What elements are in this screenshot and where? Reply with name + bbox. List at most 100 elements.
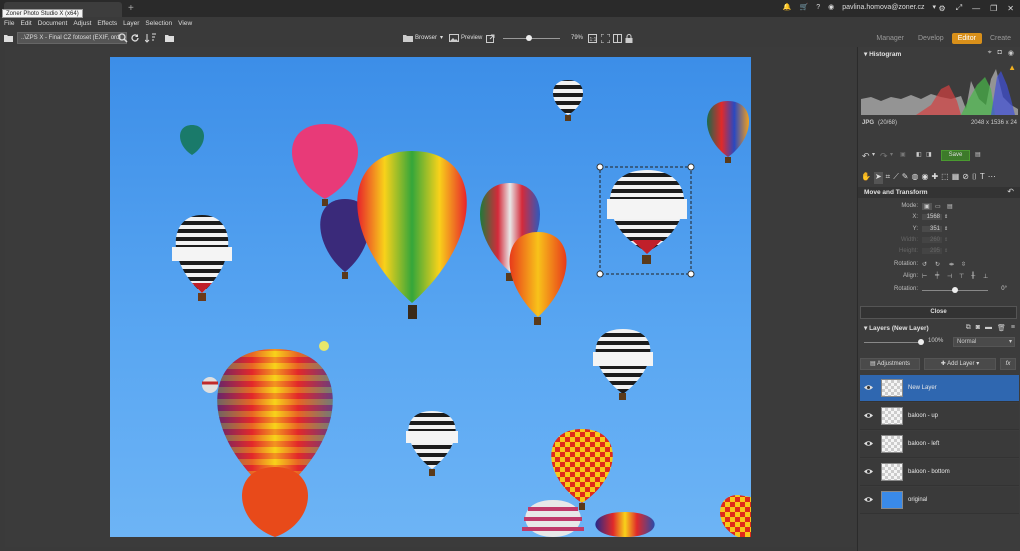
layer-row[interactable]: baloon - up <box>860 403 1019 430</box>
align-bottom-icon[interactable]: ⊥ <box>983 273 988 280</box>
eye-icon[interactable] <box>864 384 873 391</box>
stepper-icon[interactable]: ⇕ <box>944 214 948 220</box>
image-icon[interactable] <box>449 34 459 42</box>
histogram-view-icon[interactable]: ◘ <box>998 49 1002 57</box>
eye-icon[interactable] <box>864 412 873 419</box>
folder-open-icon[interactable] <box>165 34 174 42</box>
menu-view[interactable]: View <box>178 20 192 27</box>
align-right-icon[interactable]: ⊣ <box>947 273 952 280</box>
menu-document[interactable]: Document <box>38 20 68 27</box>
crop-tool-icon[interactable]: ⌗ <box>886 172 891 184</box>
external-open-icon[interactable] <box>486 34 495 43</box>
histogram-mode-icon[interactable]: ⌖ <box>988 49 992 57</box>
settings-icon[interactable]: ⚙ <box>939 4 946 13</box>
chevron-down-icon[interactable]: ▾ <box>890 151 893 158</box>
flip-vertical-icon[interactable]: ⇳ <box>961 261 966 268</box>
x-input[interactable]: 1568 <box>922 214 942 220</box>
shape-tool-icon[interactable]: ⌷ <box>972 172 977 184</box>
menu-edit[interactable]: Edit <box>20 20 31 27</box>
fit-screen-icon[interactable] <box>601 34 610 43</box>
save-button[interactable]: Save <box>941 150 970 161</box>
mode-tab-manager[interactable]: Manager <box>870 33 910 44</box>
hand-tool-icon[interactable]: ✋ <box>861 172 871 184</box>
sort-icon[interactable] <box>145 33 157 43</box>
add-layer-button[interactable]: ✚ Add Layer ▾ <box>924 358 996 370</box>
user-icon[interactable]: ◉ <box>828 3 834 11</box>
mode-tab-create[interactable]: Create <box>984 33 1017 44</box>
browser-label[interactable]: Browser <box>415 35 437 41</box>
fullscreen-icon[interactable]: ⤢ <box>956 3 962 13</box>
path-field[interactable]: ..\ZPS X - Final CZ fotoset (EXIF, ordi <box>17 32 127 44</box>
redo-icon[interactable]: ↷ <box>880 151 888 162</box>
layer-row[interactable]: original <box>860 487 1019 514</box>
close-button[interactable]: Close <box>860 306 1017 319</box>
text-tool-icon[interactable]: T <box>980 172 985 184</box>
move-tool-icon[interactable]: ➤ <box>873 172 883 184</box>
transform-handle[interactable] <box>687 270 695 278</box>
compare-after-icon[interactable]: ◨ <box>926 151 932 158</box>
brush-tool-icon[interactable]: ✎ <box>902 172 909 184</box>
save-as-icon[interactable]: ▤ <box>975 151 981 158</box>
bell-icon[interactable]: 🔔 <box>783 3 792 11</box>
photo-canvas[interactable] <box>110 57 751 537</box>
rotation-slider[interactable] <box>922 287 988 293</box>
transform-handle[interactable] <box>596 270 604 278</box>
menu-adjust[interactable]: Adjust <box>73 20 91 27</box>
mode-image-icon[interactable]: ▤ <box>947 203 953 210</box>
more-tools-icon[interactable]: ⋯ <box>988 172 996 184</box>
rotate-left-icon[interactable]: ↺ <box>922 261 927 268</box>
transform-handle[interactable] <box>596 163 604 171</box>
transform-handle[interactable] <box>687 163 695 171</box>
undo-icon[interactable]: ↶ <box>862 151 870 162</box>
eye-icon[interactable] <box>864 440 873 447</box>
align-left-icon[interactable]: ⊢ <box>922 273 927 280</box>
flip-horizontal-icon[interactable]: ⇹ <box>949 261 954 268</box>
new-tab-icon[interactable]: + <box>128 3 134 14</box>
stepper-icon[interactable]: ⇕ <box>944 237 948 243</box>
layer-row[interactable]: New Layer <box>860 375 1019 402</box>
actual-size-icon[interactable]: 1:1 <box>588 34 597 43</box>
menu-selection[interactable]: Selection <box>145 20 172 27</box>
compare-before-icon[interactable]: ◧ <box>916 151 922 158</box>
folder-icon[interactable]: ▬ <box>985 324 992 332</box>
eye-icon[interactable] <box>864 468 873 475</box>
rotation-slider-handle[interactable] <box>952 287 958 293</box>
gradient-tool-icon[interactable]: ▦ <box>952 172 960 184</box>
help-icon[interactable]: ? <box>816 4 820 11</box>
compare-icon[interactable] <box>613 34 622 43</box>
revert-icon[interactable]: ▣ <box>900 151 906 158</box>
mask-icon[interactable]: ◙ <box>976 324 980 332</box>
eyedropper-tool-icon[interactable]: ⊘ <box>962 172 969 184</box>
layer-row[interactable]: baloon - bottom <box>860 459 1019 486</box>
cart-icon[interactable]: 🛒 <box>800 3 809 11</box>
clone-tool-icon[interactable]: ◍ <box>912 172 919 184</box>
opacity-slider-handle[interactable] <box>918 339 924 345</box>
reset-icon[interactable]: ↶ <box>1007 187 1014 196</box>
selection-tool-icon[interactable]: ⬚ <box>941 172 949 184</box>
browser-icon[interactable] <box>403 34 413 42</box>
user-email[interactable]: pavlina.homova@zoner.cz <box>842 4 924 11</box>
fx-button[interactable]: fx <box>1000 358 1016 370</box>
mode-layer-icon[interactable]: ▣ <box>922 203 932 210</box>
layer-row[interactable]: baloon - left <box>860 431 1019 458</box>
canvas-area[interactable] <box>5 47 856 547</box>
eye-icon[interactable] <box>864 496 873 503</box>
selection-overlay[interactable] <box>110 57 751 537</box>
rotate-right-icon[interactable]: ↻ <box>935 261 940 268</box>
refresh-icon[interactable] <box>130 33 140 43</box>
lock-icon[interactable] <box>625 34 633 43</box>
align-top-icon[interactable]: ⊤ <box>959 273 964 280</box>
folder-icon[interactable] <box>4 34 13 42</box>
selection-frame[interactable] <box>599 166 692 275</box>
chevron-down-icon[interactable]: ▾ <box>440 34 443 41</box>
height-input[interactable]: 295 <box>922 248 942 254</box>
collapse-icon[interactable]: ▾ <box>864 51 867 58</box>
chevron-down-icon[interactable]: ▾ <box>872 151 875 158</box>
y-input[interactable]: 351 <box>922 226 942 232</box>
close-icon[interactable]: ✕ <box>1007 4 1014 13</box>
straighten-tool-icon[interactable]: ⟋ <box>893 172 899 184</box>
menu-effects[interactable]: Effects <box>97 20 117 27</box>
align-middle-icon[interactable]: ╫ <box>971 273 975 279</box>
collapse-icon[interactable]: ▾ <box>864 325 867 332</box>
minimize-icon[interactable]: — <box>972 4 980 13</box>
